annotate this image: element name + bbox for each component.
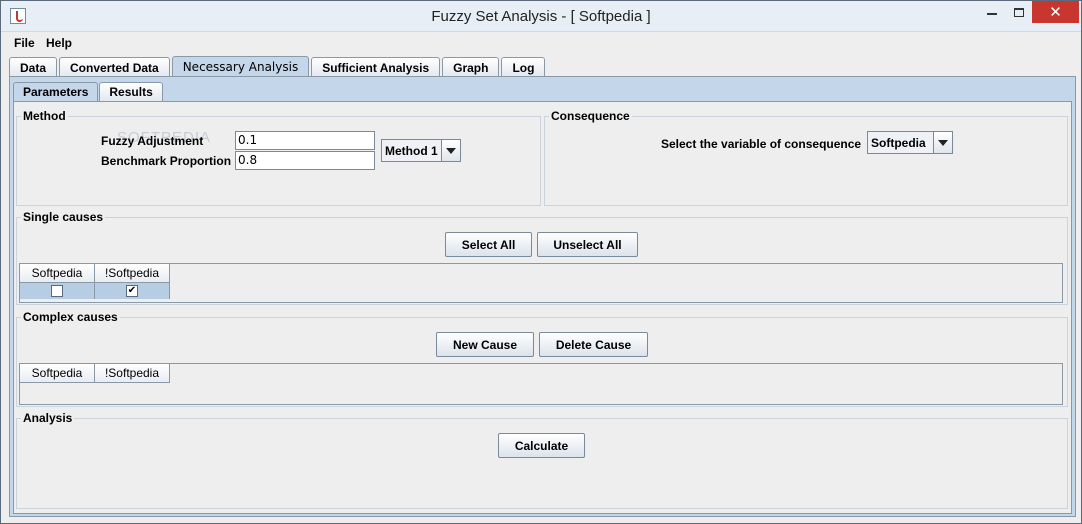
method-group: Method SOFTPEDIA Fuzzy Adjustment 0.1 Be… — [16, 108, 541, 206]
close-icon: ✕ — [1049, 3, 1062, 21]
single-causes-title: Single causes — [21, 209, 106, 225]
consequence-select-value: Softpedia — [871, 135, 926, 150]
necessary-analysis-panel: Parameters Results Method SOFTPEDIA Fuzz… — [9, 76, 1076, 517]
fuzzy-adjustment-input[interactable]: 0.1 — [235, 131, 375, 150]
new-cause-button[interactable]: New Cause — [436, 332, 534, 357]
tab-converted-data[interactable]: Converted Data — [59, 57, 170, 77]
app-window: Fuzzy Set Analysis - [ Softpedia ] ✕ Fil… — [0, 0, 1082, 524]
window-title: Fuzzy Set Analysis - [ Softpedia ] — [431, 8, 651, 25]
cause-checkbox-not-softpedia[interactable]: ✔ — [126, 285, 138, 297]
menu-bar: File Help — [2, 32, 1081, 54]
complex-causes-table: Softpedia !Softpedia — [19, 363, 1063, 405]
calculate-button[interactable]: Calculate — [498, 433, 585, 458]
cause-checkbox-softpedia[interactable] — [51, 285, 63, 297]
menu-file[interactable]: File — [14, 36, 35, 50]
benchmark-proportion-input[interactable]: 0.8 — [235, 151, 375, 170]
method-dropdown-button[interactable] — [441, 140, 460, 161]
complex-causes-title: Complex causes — [21, 309, 120, 325]
delete-cause-button[interactable]: Delete Cause — [539, 332, 648, 357]
unselect-all-button[interactable]: Unselect All — [537, 232, 638, 257]
maximize-button[interactable] — [1006, 1, 1032, 23]
column-header[interactable]: !Softpedia — [95, 364, 170, 383]
minimize-button[interactable] — [978, 1, 1006, 23]
tab-data[interactable]: Data — [9, 57, 58, 77]
tab-log[interactable]: Log — [501, 57, 546, 77]
single-causes-group: Single causes Select All Unselect All So… — [16, 209, 1068, 305]
consequence-group: Consequence Select the variable of conse… — [544, 108, 1068, 206]
select-all-button[interactable]: Select All — [445, 232, 532, 257]
benchmark-proportion-label: Benchmark Proportion — [101, 154, 232, 168]
consequence-title: Consequence — [549, 108, 632, 124]
tab-graph[interactable]: Graph — [442, 57, 500, 77]
title-bar[interactable]: Fuzzy Set Analysis - [ Softpedia ] ✕ — [1, 1, 1081, 32]
menu-help[interactable]: Help — [46, 36, 72, 50]
analysis-title: Analysis — [21, 410, 75, 426]
consequence-dropdown-button[interactable] — [933, 132, 952, 153]
close-button[interactable]: ✕ — [1032, 1, 1079, 23]
single-causes-table: Softpedia !Softpedia ✔ — [19, 263, 1063, 303]
minimize-icon — [987, 13, 997, 15]
chevron-down-icon — [938, 139, 948, 146]
tab-necessary-analysis[interactable]: Necessary Analysis — [171, 56, 310, 77]
analysis-group: Analysis Calculate — [16, 410, 1068, 509]
consequence-label: Select the variable of consequence — [661, 137, 862, 151]
tab-results[interactable]: Results — [99, 82, 163, 101]
column-header[interactable]: Softpedia — [20, 264, 95, 283]
main-tab-strip: Data Converted Data Necessary Analysis S… — [9, 56, 547, 77]
tab-parameters[interactable]: Parameters — [13, 82, 99, 101]
table-cell — [20, 283, 95, 299]
checkmark-icon: ✔ — [127, 285, 137, 296]
method-title: Method — [21, 108, 68, 124]
column-header[interactable]: Softpedia — [20, 364, 95, 383]
method-select-value: Method 1 — [385, 143, 438, 158]
inner-tab-strip: Parameters Results — [13, 82, 164, 101]
tab-sufficient-analysis[interactable]: Sufficient Analysis — [311, 57, 441, 77]
table-cell: ✔ — [95, 283, 170, 299]
method-select[interactable]: Method 1 — [381, 139, 461, 162]
column-header[interactable]: !Softpedia — [95, 264, 170, 283]
parameters-panel: Method SOFTPEDIA Fuzzy Adjustment 0.1 Be… — [13, 101, 1072, 514]
maximize-icon — [1014, 7, 1024, 17]
chevron-down-icon — [446, 147, 456, 154]
consequence-select[interactable]: Softpedia — [867, 131, 953, 154]
fuzzy-adjustment-label: Fuzzy Adjustment — [101, 134, 204, 148]
complex-causes-group: Complex causes New Cause Delete Cause So… — [16, 309, 1068, 407]
